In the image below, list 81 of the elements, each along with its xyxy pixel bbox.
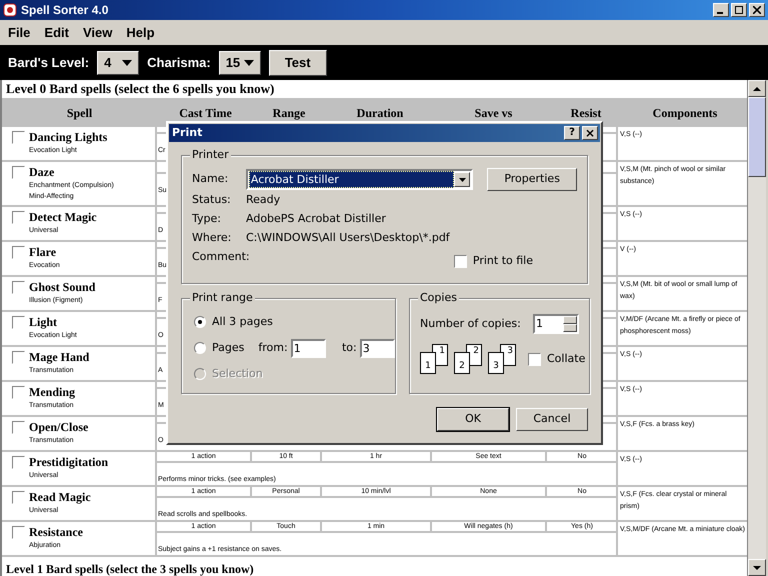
group-label: Print range [190,291,255,305]
column-header: Components [652,105,718,122]
checkbox-label: Print to file [472,253,533,270]
spell-name: Resistance [29,525,83,540]
column-header: Resist [570,105,602,122]
checkbox[interactable] [528,352,541,366]
column-header: Spell [66,105,92,122]
field-label: Type: [192,211,222,228]
minimize-button[interactable] [713,3,729,17]
dialog-button[interactable]: OK [437,408,509,431]
section-title: Level 0 Bard spells (select the 6 spells you know) [6,80,274,98]
maximize-button[interactable] [731,3,747,17]
spell-name: Open/Close [29,420,88,435]
close-button[interactable]: × [582,126,598,140]
spell-name: Ghost Sound [29,280,96,295]
copies-spinner[interactable]: 1 [533,314,579,334]
field-value: Ready [246,192,280,208]
field-label: from: [258,340,288,356]
column-header: Range [272,105,306,122]
scroll-down-icon [753,566,761,570]
charisma-label: Charisma: [147,54,211,72]
spell-name: Mending [29,385,76,400]
field-value: C:\WINDOWS\All Users\Desktop\*.pdf [246,230,450,246]
field-label: Comment: [192,249,246,266]
scroll-down-button[interactable] [748,559,766,576]
maximize-icon [735,6,743,14]
page-icon: 3 [488,352,504,374]
scrollbar[interactable] [747,80,766,576]
scrollbar-thumb[interactable] [748,97,766,177]
radio-label: Pages [212,340,244,356]
close-icon [753,6,761,14]
field-value: AdobePS Acrobat Distiller [246,211,386,228]
from-field[interactable]: 1 [290,338,326,358]
field-label: Status: [192,192,232,208]
menu-item[interactable]: Help [126,22,155,42]
checkbox[interactable] [454,255,467,268]
field-label: to: [342,340,357,356]
level-select[interactable]: 4 [97,50,140,74]
radio-button[interactable] [194,316,206,328]
checkbox-label: Collate [547,350,586,367]
dialog-button[interactable]: Cancel [516,408,588,431]
field-label: Number of copies: [420,316,521,332]
level-label: Bard's Level: [8,54,90,72]
spell-name: Prestidigitation [29,455,108,470]
dropdown-arrow-icon [122,60,132,66]
page-icon: 2 [454,352,470,374]
scroll-up-icon [753,86,761,90]
dialog-title: Print [172,124,202,141]
spell-name: Read Magic [29,490,91,505]
window-title: Spell Sorter 4.0 [21,2,108,19]
radio-button[interactable] [194,342,206,354]
spell-name: Daze [29,165,54,180]
group-label: Copies [418,291,459,305]
app-icon [3,3,17,17]
dropdown-arrow-icon [244,60,254,66]
dropdown-arrow-icon [458,178,466,182]
section-title: Level 1 Bard spells (select the 3 spells you know) [6,562,254,576]
column-header: Duration [356,105,404,122]
field-label: Where: [192,230,232,246]
column-header: Cast Time [179,105,232,122]
scroll-up-button[interactable] [748,80,766,97]
radio-label: All 3 pages [212,314,273,330]
spell-name: Flare [29,245,56,260]
properties-button[interactable]: Properties [487,168,578,191]
page-icon: 1 [420,352,436,374]
spell-name: Detect Magic [29,210,97,225]
menu-item[interactable]: Edit [44,22,69,42]
help-button[interactable]: ? [564,126,580,140]
spell-name: Mage Hand [29,350,90,365]
menu-item[interactable]: File [8,22,30,42]
to-field[interactable]: 3 [360,338,395,358]
charisma-select[interactable]: 15 [218,50,261,74]
spell-name: Light [29,315,58,330]
printer-select[interactable]: Acrobat Distiller [246,169,474,190]
column-header: Save vs [474,105,512,122]
test-button[interactable]: Test [268,50,327,76]
field-label: Name: [192,171,230,188]
radio-label: Selection [212,366,263,382]
spell-name: Dancing Lights [29,130,108,145]
menu-item[interactable]: View [82,22,112,42]
close-button[interactable] [749,3,765,17]
